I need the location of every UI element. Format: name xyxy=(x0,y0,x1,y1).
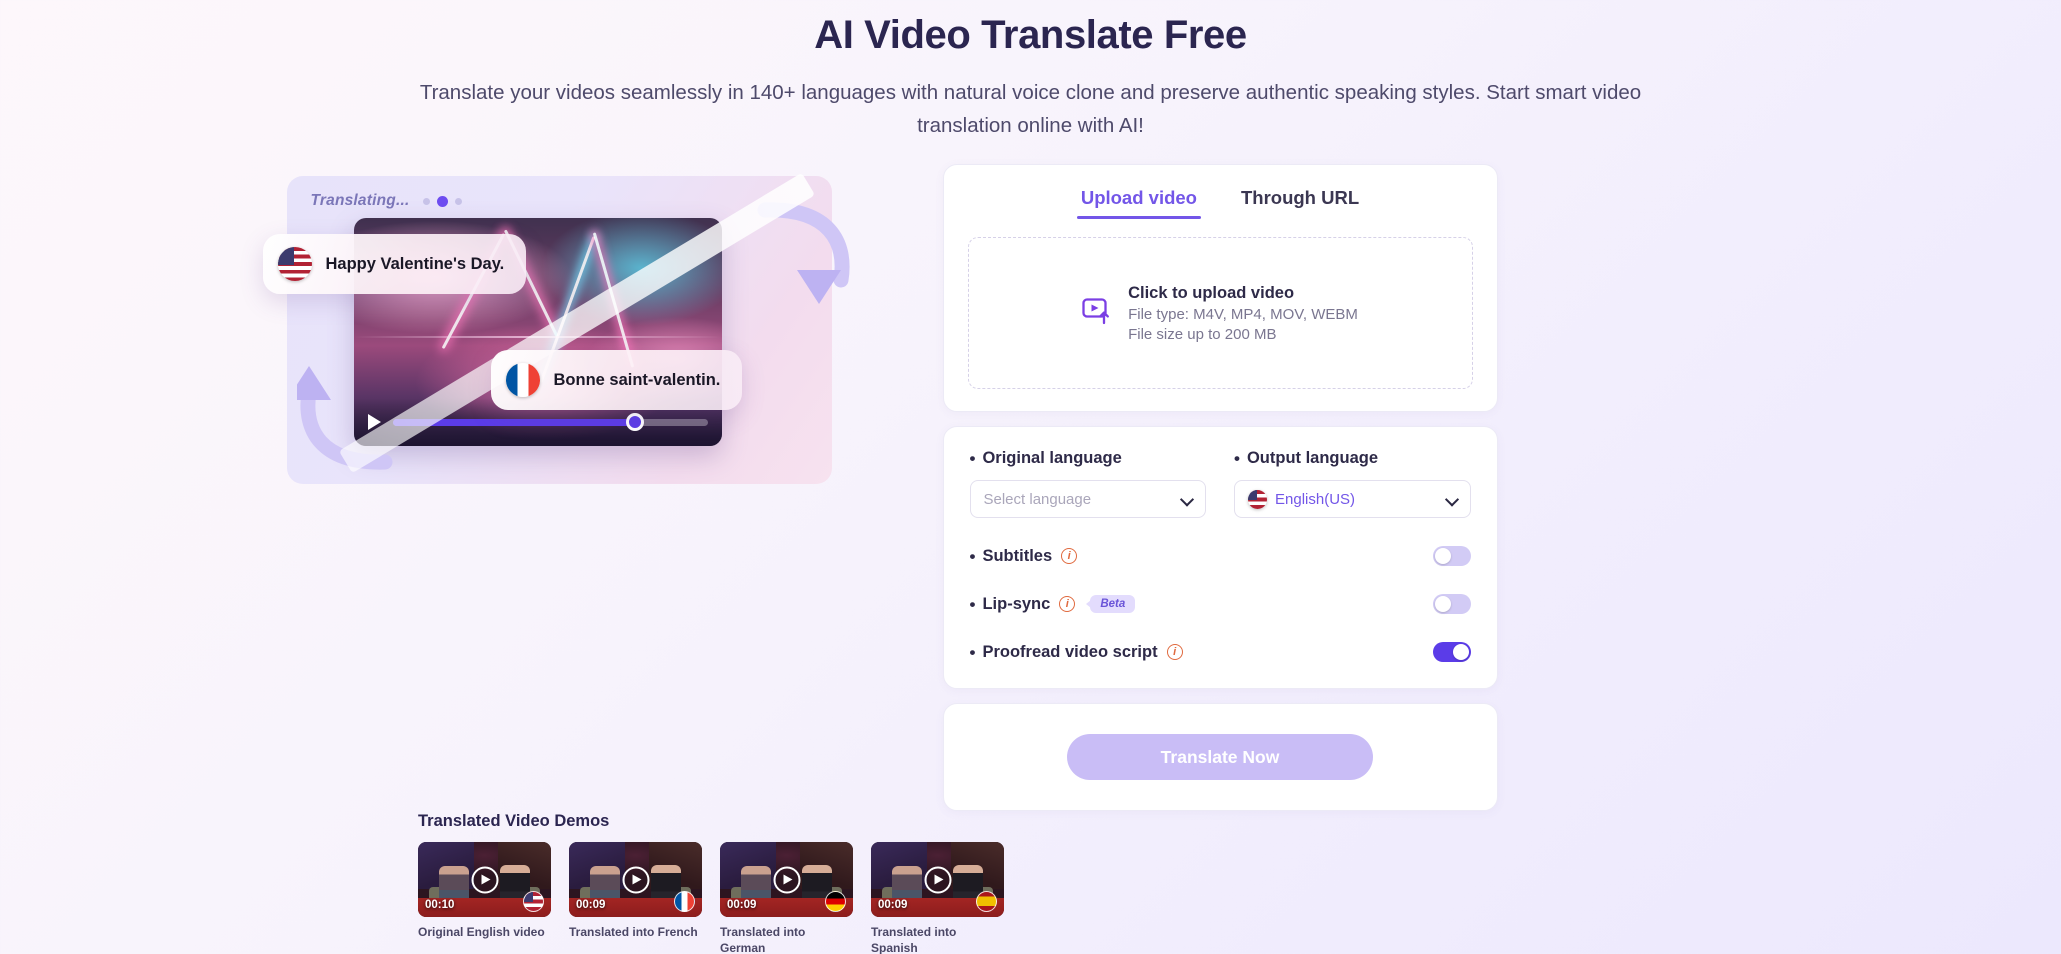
original-language-group: Original language Select language xyxy=(969,449,1207,519)
target-caption-text: Bonne saint-valentin. xyxy=(553,370,721,389)
demo-thumbnail[interactable]: 00:10 xyxy=(418,842,551,917)
lipsync-label: Lip-sync xyxy=(982,594,1051,613)
translate-now-button[interactable]: Translate Now xyxy=(1067,734,1373,781)
translating-status: Translating... xyxy=(311,192,463,210)
us-flag-icon xyxy=(523,891,544,912)
original-language-label: Original language xyxy=(970,449,1207,468)
language-row: Original language Select language Output… xyxy=(969,449,1471,519)
demo-item[interactable]: 00:09 Translated into German xyxy=(720,842,853,954)
upload-card: Upload video Through URL Click to upload… xyxy=(942,164,1498,413)
controls-column: Upload video Through URL Click to upload… xyxy=(942,164,1498,812)
us-flag-icon xyxy=(1248,489,1267,509)
fr-flag-icon xyxy=(674,891,695,912)
fr-flag-icon xyxy=(505,363,540,398)
dropzone-file-types: File type: M4V, MP4, MOV, WEBM xyxy=(1128,305,1358,323)
demo-duration: 00:09 xyxy=(576,899,606,911)
demo-thumbnail[interactable]: 00:09 xyxy=(569,842,702,917)
action-card: Translate Now xyxy=(942,703,1498,812)
play-icon[interactable] xyxy=(622,866,649,893)
info-icon[interactable]: i xyxy=(1061,548,1078,565)
upload-dropzone[interactable]: Click to upload video File type: M4V, MP… xyxy=(967,237,1473,390)
demos-title: Translated Video Demos xyxy=(418,812,610,830)
source-caption-bubble: Happy Valentine's Day. xyxy=(262,234,527,295)
de-flag-icon xyxy=(825,891,846,912)
lipsync-toggle[interactable] xyxy=(1432,594,1471,615)
demos-grid: 00:10 Original English video 00:09 Trans… xyxy=(418,842,1218,954)
output-language-label: Output language xyxy=(1234,449,1471,468)
lipsync-label-group: Lip-sync i Beta xyxy=(970,595,1136,614)
play-icon[interactable] xyxy=(773,866,800,893)
subtitles-label-group: Subtitles i xyxy=(970,547,1078,566)
video-upload-icon xyxy=(1082,297,1112,330)
translated-video-demos: Translated Video Demos 00:10 Original En… xyxy=(418,812,1218,954)
demo-thumbnail[interactable]: 00:09 xyxy=(720,842,853,917)
es-flag-icon xyxy=(976,891,997,912)
output-language-value-wrap: English(US) xyxy=(1248,489,1356,509)
dropzone-title: Click to upload video xyxy=(1128,283,1295,302)
demo-duration: 00:09 xyxy=(727,899,757,911)
demo-thumbnail[interactable]: 00:09 xyxy=(871,842,1004,917)
demo-duration: 00:10 xyxy=(425,899,455,911)
proofread-row: Proofread video script i xyxy=(970,642,1471,663)
lipsync-row: Lip-sync i Beta xyxy=(970,594,1471,615)
progress-handle[interactable] xyxy=(626,413,645,432)
proofread-label-group: Proofread video script i xyxy=(970,643,1183,662)
tab-upload-video[interactable]: Upload video xyxy=(1076,185,1202,220)
demo-item[interactable]: 00:10 Original English video xyxy=(418,842,551,954)
output-language-select[interactable]: English(US) xyxy=(1234,480,1471,519)
subtitles-toggle[interactable] xyxy=(1432,546,1471,567)
source-caption-text: Happy Valentine's Day. xyxy=(325,254,505,273)
play-icon[interactable] xyxy=(924,866,951,893)
demo-caption: Original English video xyxy=(418,925,545,939)
us-flag-icon xyxy=(277,247,312,282)
demo-item[interactable]: 00:09 Translated into Spanish xyxy=(871,842,1004,954)
chevron-down-icon xyxy=(1447,494,1458,505)
subtitles-label: Subtitles xyxy=(982,546,1053,565)
play-icon[interactable] xyxy=(471,866,498,893)
demo-caption: Translated into French xyxy=(569,925,698,939)
output-language-value: English(US) xyxy=(1275,490,1356,508)
demo-duration: 00:09 xyxy=(878,899,908,911)
dropzone-file-size: File size up to 200 MB xyxy=(1128,325,1277,343)
demo-caption: Translated into Spanish xyxy=(871,925,957,954)
demo-caption: Translated into German xyxy=(720,925,806,954)
target-caption-bubble: Bonne saint-valentin. xyxy=(490,350,743,411)
page-header: AI Video Translate Free Translate your v… xyxy=(0,0,2061,142)
main-content: Translating... Happy Valentine's Day. Bo… xyxy=(211,162,1851,812)
original-language-placeholder: Select language xyxy=(983,490,1092,508)
loading-dots-icon xyxy=(423,195,463,207)
info-icon[interactable]: i xyxy=(1059,596,1076,613)
demo-item[interactable]: 00:09 Translated into French xyxy=(569,842,702,954)
proofread-label: Proofread video script xyxy=(982,642,1158,661)
hero-illustration: Translating... Happy Valentine's Day. Bo… xyxy=(262,168,889,498)
upload-tabs: Upload video Through URL xyxy=(968,185,1473,220)
proofread-toggle[interactable] xyxy=(1432,642,1471,663)
page-subtitle: Translate your videos seamlessly in 140+… xyxy=(419,81,1642,138)
page-title: AI Video Translate Free xyxy=(814,13,1247,57)
chevron-down-icon xyxy=(1182,494,1193,505)
dropzone-text: Click to upload video File type: M4V, MP… xyxy=(1128,284,1358,343)
original-language-select[interactable]: Select language xyxy=(969,480,1206,519)
output-language-group: Output language English(US) xyxy=(1234,449,1471,519)
subtitles-row: Subtitles i xyxy=(970,546,1471,567)
translating-label: Translating... xyxy=(310,192,410,210)
info-icon[interactable]: i xyxy=(1166,644,1183,661)
beta-badge: Beta xyxy=(1090,595,1136,614)
tab-through-url[interactable]: Through URL xyxy=(1237,185,1363,219)
settings-card: Original language Select language Output… xyxy=(942,426,1498,690)
